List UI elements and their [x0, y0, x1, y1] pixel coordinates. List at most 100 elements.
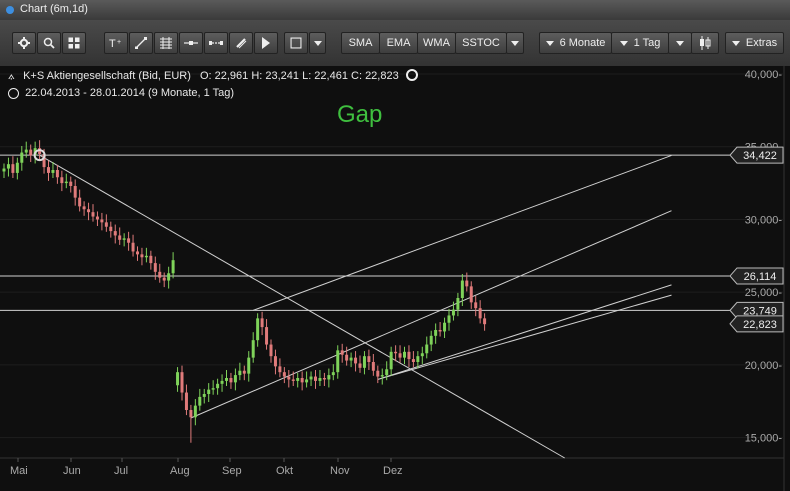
candle-body [256, 318, 260, 341]
candle-body [220, 380, 224, 384]
chart-toolbar: T+ SMA EMA WMA SSTOC 6 Monate 1 Tag Ext [0, 20, 790, 67]
y-tick-label: 25,000- [745, 287, 783, 299]
grid-icon [68, 37, 80, 49]
chevron-down-icon [511, 40, 519, 46]
candle-body [340, 350, 344, 355]
candle-body [300, 378, 304, 383]
dotted-line-icon [209, 41, 223, 45]
candle-body [318, 378, 322, 381]
legend-settings-icon[interactable] [405, 69, 418, 82]
candle-body [322, 378, 326, 380]
x-tick-label: Dez [383, 465, 403, 477]
candle-body [389, 351, 393, 370]
candle-body [229, 378, 233, 383]
candle-body [456, 298, 460, 310]
price-chart[interactable]: 15,000- 20,000- 25,000- 30,000- 35,000- … [0, 66, 790, 491]
svg-text:T: T [109, 38, 116, 49]
interval-value: 1 Tag [633, 37, 661, 49]
candle-body [64, 181, 68, 184]
y-tick-label: 40,000- [745, 69, 783, 81]
candle-body [309, 376, 313, 380]
price-tag: 26,114 [729, 267, 784, 285]
fibonacci-tool-button[interactable] [154, 32, 178, 54]
range-select[interactable]: 6 Monate [539, 32, 612, 54]
rectangle-tool-button[interactable] [284, 32, 308, 54]
x-tick-label: Okt [276, 465, 293, 477]
settings-button[interactable] [12, 32, 36, 54]
candle-body [69, 181, 73, 186]
ema-button[interactable]: EMA [379, 32, 418, 54]
text-tool-button[interactable]: T + [104, 32, 128, 54]
price-tag-label: 26,114 [744, 271, 777, 283]
channel-tool-button[interactable] [204, 32, 228, 54]
chevron-down-icon [676, 40, 684, 46]
window-titlebar: Chart (6m,1d) [0, 0, 790, 21]
candle-body [269, 344, 273, 357]
candle-body [469, 286, 473, 303]
candle-body [385, 369, 389, 376]
candle-body [100, 219, 104, 223]
hline-tool-button[interactable] [179, 32, 203, 54]
pointer-tool-button[interactable] [254, 32, 278, 54]
fibonacci-icon [160, 37, 172, 49]
candle-body [211, 388, 215, 390]
layout-button[interactable] [62, 32, 86, 54]
period-legend: 22.04.2013 - 28.01.2014 (9 Monate, 1 Tag… [8, 87, 234, 99]
candle-body [11, 164, 15, 173]
search-button[interactable] [37, 32, 61, 54]
candle-body [282, 372, 286, 377]
pencil-tool-button[interactable] [229, 32, 253, 54]
candle-body [189, 410, 193, 418]
candle-body [478, 308, 482, 319]
sstoc-button[interactable]: SSTOC [455, 32, 507, 54]
candle-body [20, 152, 24, 163]
candle-body [474, 302, 478, 309]
interval-select[interactable]: 1 Tag [611, 32, 669, 54]
candle-body [354, 357, 358, 364]
candle-body [73, 186, 77, 198]
candle-body [278, 366, 282, 373]
extras-menu[interactable]: Extras [725, 32, 784, 54]
chevron-down-icon [619, 40, 628, 46]
candle-body [438, 330, 442, 332]
price-tag: 22,823 [729, 315, 784, 333]
candle-body [149, 255, 153, 264]
candle-body [109, 226, 113, 232]
candle-body [420, 353, 424, 357]
trendline-icon [135, 37, 147, 49]
candle-body [314, 376, 317, 381]
candle-body [398, 353, 402, 358]
candle-body [95, 216, 99, 220]
candle-body [247, 357, 251, 374]
candle-body [113, 231, 117, 236]
shape-tools-dropdown[interactable] [309, 32, 326, 54]
chevron-down-icon [731, 40, 740, 46]
candle-body [358, 363, 362, 368]
wma-button[interactable]: WMA [417, 32, 456, 54]
sma-button[interactable]: SMA [341, 32, 380, 54]
indicator-dropdown[interactable] [506, 32, 524, 54]
candle-body [242, 370, 246, 374]
y-tick-label: 20,000- [745, 360, 783, 372]
candle-body [171, 260, 175, 274]
candle-body [265, 327, 269, 345]
candle-body [233, 375, 237, 383]
candle-body [273, 356, 277, 367]
candle-body [238, 370, 242, 376]
extras-label: Extras [745, 37, 778, 49]
candle-body [416, 356, 420, 362]
chart-type-dropdown[interactable] [668, 32, 692, 54]
candle-body [407, 351, 411, 360]
candle-body [447, 315, 451, 323]
candle-body [394, 351, 398, 354]
candle-body [483, 318, 487, 325]
candle-body [118, 235, 122, 240]
line-tool-button[interactable] [129, 32, 153, 54]
gap-annotation: Gap [337, 101, 382, 128]
chevron-down-icon [313, 40, 322, 46]
candlestick-type-button[interactable] [691, 32, 719, 54]
candle-body [376, 370, 380, 377]
candle-body [24, 149, 28, 153]
candle-body [216, 383, 220, 389]
price-tag: 34,422 [729, 146, 784, 164]
